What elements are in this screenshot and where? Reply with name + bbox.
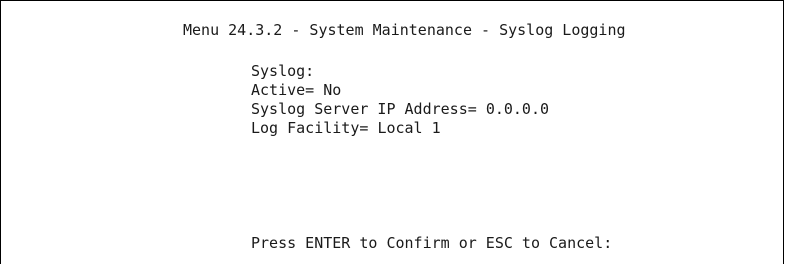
- menu-title: Menu 24.3.2 - System Maintenance - Syslo…: [183, 21, 626, 39]
- server-ip-value[interactable]: 0.0.0.0: [486, 100, 549, 118]
- log-facility-field: Log Facility= Local 1: [251, 119, 441, 138]
- server-ip-field: Syslog Server IP Address= 0.0.0.0: [251, 100, 549, 119]
- terminal-screen: Menu 24.3.2 - System Maintenance - Syslo…: [0, 0, 784, 264]
- server-ip-label: Syslog Server IP Address=: [251, 100, 477, 118]
- active-value[interactable]: No: [323, 81, 341, 99]
- active-label: Active=: [251, 81, 315, 99]
- confirm-prompt: Press ENTER to Confirm or ESC to Cancel:: [251, 234, 613, 252]
- active-field: Active= No: [251, 81, 341, 100]
- log-facility-label: Log Facility=: [251, 119, 369, 137]
- syslog-section-label: Syslog:: [251, 62, 315, 80]
- log-facility-value[interactable]: Local 1: [377, 119, 440, 137]
